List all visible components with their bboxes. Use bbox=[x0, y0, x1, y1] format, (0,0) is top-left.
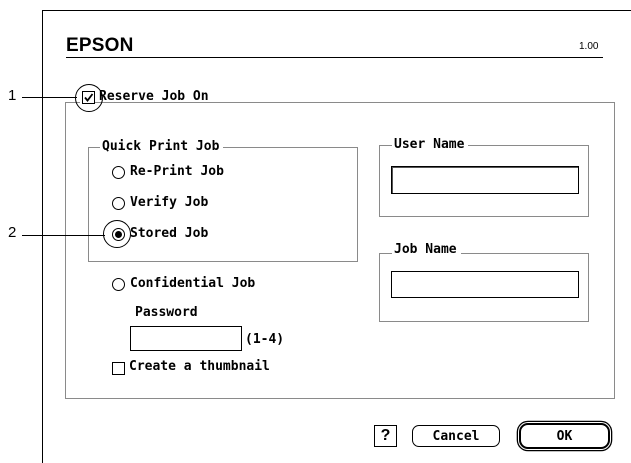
job-name-legend: Job Name bbox=[392, 242, 461, 258]
ok-button[interactable]: OK bbox=[519, 423, 610, 449]
reprint-job-radio[interactable] bbox=[112, 166, 125, 179]
reserve-job-label: Reserve Job On bbox=[99, 89, 209, 104]
verify-job-radio[interactable] bbox=[112, 197, 125, 210]
confidential-job-label: Confidential Job bbox=[130, 276, 256, 291]
user-name-field[interactable] bbox=[391, 166, 579, 194]
verify-job-label: Verify Job bbox=[130, 195, 209, 210]
job-name-field[interactable] bbox=[391, 271, 579, 298]
stored-job-label: Stored Job bbox=[130, 226, 209, 241]
callout-2-circle bbox=[103, 220, 131, 248]
confidential-job-radio[interactable] bbox=[112, 278, 125, 291]
brand-logo: EPSON bbox=[66, 35, 134, 56]
callout-2-line bbox=[22, 235, 105, 236]
password-field[interactable] bbox=[130, 326, 242, 351]
cancel-button[interactable]: Cancel bbox=[412, 425, 500, 447]
callout-1-circle bbox=[75, 84, 103, 112]
callout-2-number: 2 bbox=[8, 224, 17, 241]
user-name-legend: User Name bbox=[392, 137, 469, 153]
callout-1-line bbox=[22, 97, 77, 98]
help-button[interactable]: ? bbox=[374, 425, 397, 447]
callout-1-number: 1 bbox=[8, 87, 17, 104]
thumbnail-label: Create a thumbnail bbox=[129, 359, 270, 374]
thumbnail-checkbox[interactable] bbox=[112, 362, 125, 375]
version-label: 1.00 bbox=[579, 41, 599, 52]
password-label: Password bbox=[135, 305, 198, 320]
reprint-job-label: Re-Print Job bbox=[130, 164, 224, 179]
quick-print-legend: Quick Print Job bbox=[100, 139, 224, 155]
password-hint: (1-4) bbox=[245, 332, 285, 347]
header-divider bbox=[66, 57, 603, 58]
